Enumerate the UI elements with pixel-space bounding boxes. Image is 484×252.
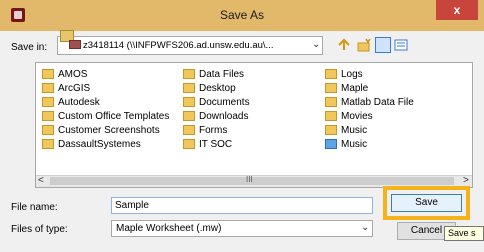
folder-icon [183,139,195,149]
folder-icon [183,97,195,107]
folder-icon [183,69,195,79]
save-in-label: Save in: [11,42,48,53]
folder-icon [42,69,54,79]
chevron-down-icon[interactable]: ⌄ [361,222,369,233]
folder-icon [42,111,54,121]
scrollbar-grip: III [246,175,253,184]
folder-icon [42,83,54,93]
folder-icon [325,111,337,121]
file-type-value: Maple Worksheet (.mw) [116,223,222,234]
network-drive-icon [69,40,81,49]
save-in-value: z3418114 (\\INFPWFS206.ad.unsw.edu.au\..… [83,40,274,51]
file-name-input[interactable] [111,197,373,214]
music-folder-icon [325,139,337,149]
folder-icon [183,111,195,121]
folder-icon [325,125,337,135]
view-details-icon[interactable] [394,38,408,52]
folder-icon [183,125,195,135]
folder-icon [325,69,337,79]
file-name-label: File name: [11,202,58,213]
view-list-icon[interactable] [375,37,391,53]
folder-icon [42,125,54,135]
folder-icon [325,97,337,107]
folder-icon [325,83,337,93]
chevron-down-icon[interactable]: ⌄ [312,39,320,50]
folder-icon [183,83,195,93]
up-folder-icon[interactable] [337,38,351,52]
scroll-right-button[interactable]: > [463,175,469,186]
folder-icon [42,139,54,149]
save-button[interactable]: Save [391,194,462,212]
close-button[interactable]: x [436,0,478,20]
scroll-left-button[interactable]: < [38,175,44,186]
file-type-label: Files of type: [11,224,68,235]
save-tooltip: Save s [444,226,484,241]
new-folder-icon[interactable] [357,38,371,52]
folder-icon [42,97,54,107]
window-title: Save As [219,8,265,22]
